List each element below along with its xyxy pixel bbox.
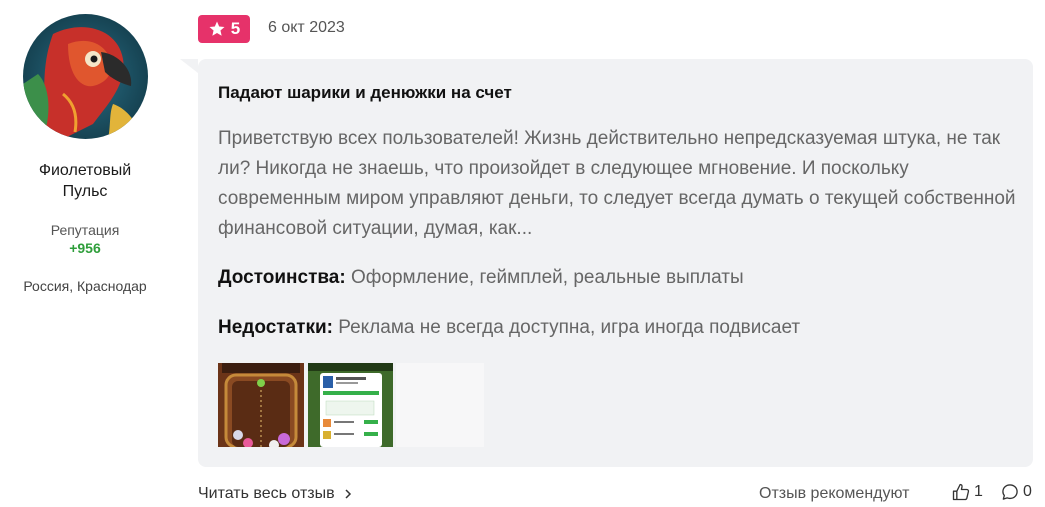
parrot-avatar-image [23,14,148,139]
author-name[interactable]: Фиолетовый Пульс [0,160,170,202]
pros-label: Достоинства: [218,267,346,288]
review-photo-3[interactable] [396,363,484,447]
comments-button[interactable]: 0 [1000,482,1032,502]
rating-value: 5 [230,19,241,38]
cons-text: Реклама не всегда доступна, игра иногда … [332,317,801,338]
review-cons: Недостатки: Реклама не всегда доступна, … [218,317,800,339]
app-screenshot-image [308,363,393,447]
review-photo-1[interactable] [218,363,304,447]
review-date: 6 окт 2023 [268,19,345,36]
like-count: 1 [974,483,983,500]
author-name-line1: Фиолетовый [38,162,132,179]
review-pros: Достоинства: Оформление, геймплей, реаль… [218,267,744,289]
chevron-right-icon [345,489,351,499]
avatar[interactable] [23,14,148,139]
pros-text: Оформление, геймплей, реальные выплаты [345,267,744,288]
recommend-label: Отзыв рекомендуют [759,485,910,502]
game-screenshot-image [218,363,304,447]
review-body: Приветствую всех пользователей! Жизнь де… [218,128,1016,239]
read-more-label: Читать весь отзыв [198,485,335,502]
review-photo-2[interactable] [308,363,393,447]
author-name-line2: Пульс [62,183,108,200]
cons-label: Недостатки: [218,317,333,338]
author-location: Россия, Краснодар [23,278,147,294]
star-icon [209,21,225,36]
reputation-value: +956 [69,240,101,256]
like-button[interactable]: 1 [951,482,983,502]
reputation-label: Репутация [50,222,120,238]
bubble-tail [180,59,198,73]
review-title[interactable]: Падают шарики и денюжки на счет [218,83,512,103]
rating-badge: 5 [198,15,250,43]
comment-count: 0 [1023,483,1032,500]
thumbs-up-icon [952,483,970,501]
comment-icon [1002,484,1018,500]
read-full-review-link[interactable]: Читать весь отзыв [198,485,353,503]
